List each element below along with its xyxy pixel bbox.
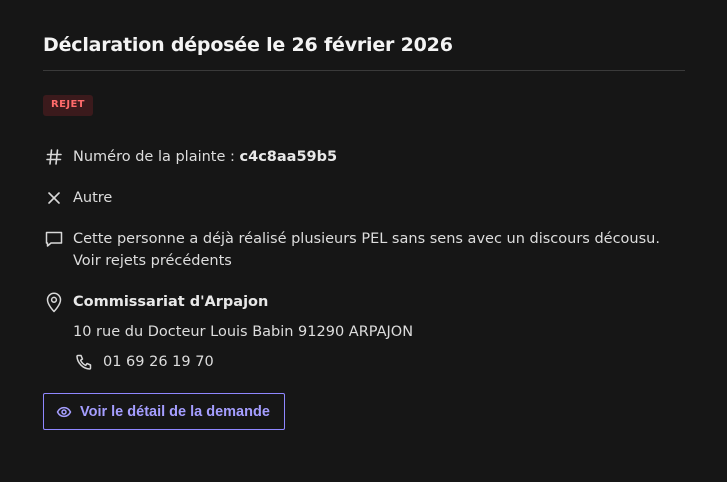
eye-icon: [56, 404, 72, 420]
phone-icon: [73, 351, 95, 373]
map-pin-icon: [43, 291, 65, 313]
complaint-number-value: c4c8aa59b5: [239, 149, 338, 165]
police-station-name: Commissariat d'Arpajon: [73, 294, 269, 310]
complaint-type: Autre: [73, 190, 113, 206]
close-icon: [43, 187, 65, 209]
complaint-number-row: Numéro de la plainte : c4c8aa59b5: [43, 146, 685, 168]
complaint-number-label: Numéro de la plainte :: [73, 149, 240, 165]
phone-number: 01 69 26 19 70: [103, 354, 214, 370]
message-icon: [43, 228, 65, 250]
police-station-row: Commissariat d'Arpajon: [43, 291, 685, 313]
page-title: Déclaration déposée le 26 février 2026: [43, 34, 453, 56]
divider: [43, 70, 685, 71]
complaint-number-text: Numéro de la plainte : c4c8aa59b5: [73, 146, 337, 168]
view-detail-label: Voir le détail de la demande: [80, 403, 270, 420]
status-badge: REJET: [43, 95, 93, 116]
view-detail-button[interactable]: Voir le détail de la demande: [43, 393, 285, 430]
comment-row: Cette personne a déjà réalisé plusieurs …: [43, 228, 685, 272]
declaration-card: Déclaration déposée le 26 février 2026 R…: [0, 0, 727, 482]
police-station-address: 10 rue du Docteur Louis Babin 91290 ARPA…: [73, 324, 414, 340]
comment-text: Cette personne a déjà réalisé plusieurs …: [73, 231, 660, 269]
complaint-type-row: Autre: [43, 187, 685, 209]
police-station-phone: 01 69 26 19 70: [73, 351, 685, 373]
hash-icon: [43, 146, 65, 168]
